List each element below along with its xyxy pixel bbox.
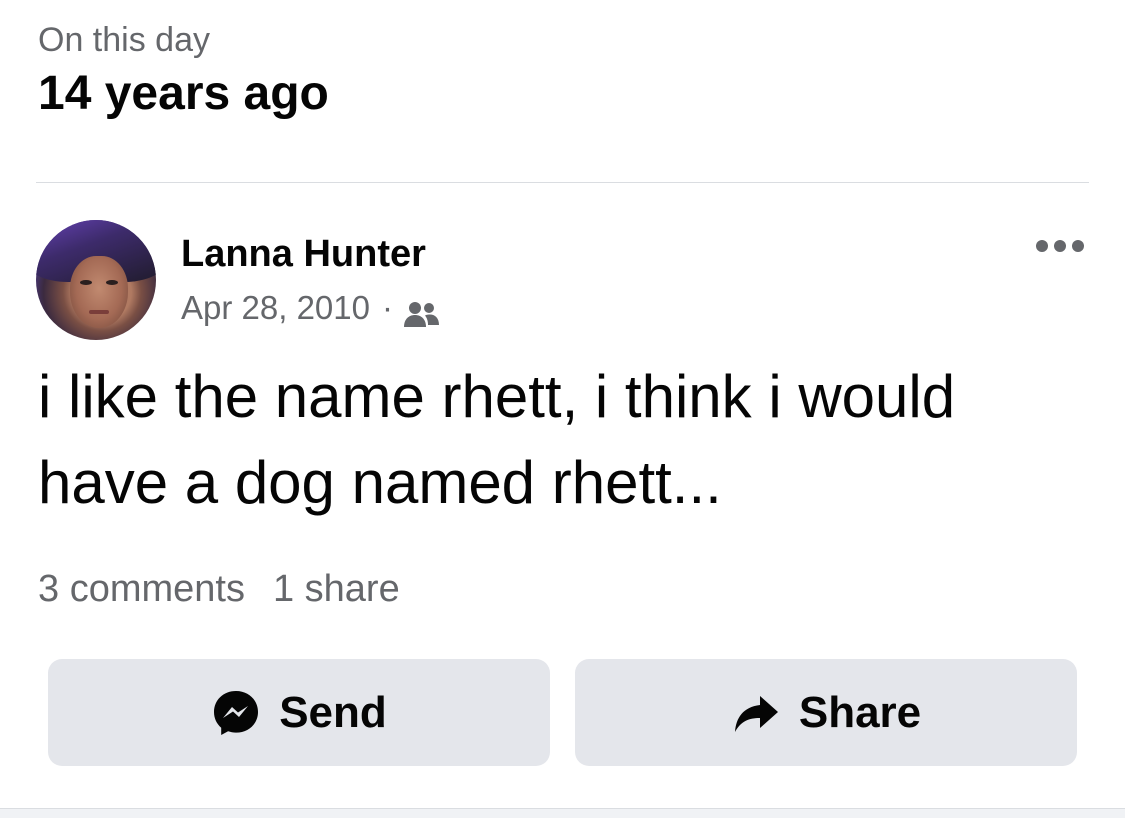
send-button[interactable]: Send: [48, 659, 550, 766]
messenger-icon: [211, 688, 261, 738]
share-arrow-icon: [731, 688, 781, 738]
friends-icon[interactable]: [403, 295, 441, 327]
share-button[interactable]: Share: [575, 659, 1077, 766]
author-name[interactable]: Lanna Hunter: [181, 229, 426, 279]
post-date[interactable]: Apr 28, 2010: [181, 284, 370, 332]
post-stats: 3 comments 1 share: [38, 562, 400, 616]
memory-header: On this day 14 years ago: [38, 16, 1088, 124]
more-dot: [1036, 240, 1048, 252]
avatar-eye-left: [80, 280, 92, 285]
more-options-icon[interactable]: [1036, 236, 1084, 256]
post-meta: Apr 28, 2010 ·: [181, 284, 441, 332]
send-label: Send: [279, 687, 387, 737]
post-header: Lanna Hunter Apr 28, 2010 ·: [36, 218, 1090, 340]
avatar-eye-right: [106, 280, 118, 285]
more-dot: [1072, 240, 1084, 252]
more-dot: [1054, 240, 1066, 252]
comments-count[interactable]: 3 comments: [38, 562, 245, 616]
share-label: Share: [798, 687, 922, 737]
avatar-face: [70, 256, 128, 328]
avatar[interactable]: [36, 220, 156, 340]
post-text: i like the name rhett, i think i would h…: [38, 363, 956, 516]
divider: [36, 182, 1089, 183]
memory-kicker: On this day: [38, 21, 210, 59]
shares-count[interactable]: 1 share: [273, 562, 400, 616]
memory-years-ago: 14 years ago: [38, 67, 329, 120]
meta-separator: ·: [381, 289, 393, 326]
avatar-mouth: [89, 310, 109, 314]
